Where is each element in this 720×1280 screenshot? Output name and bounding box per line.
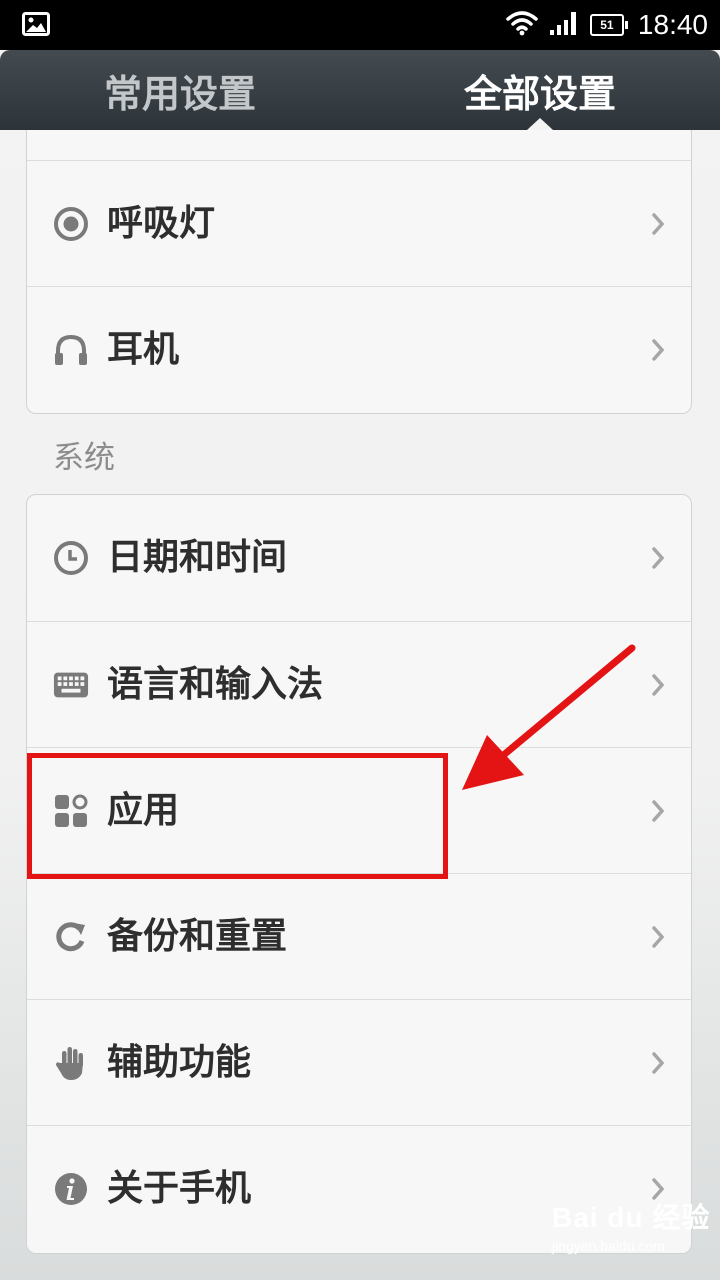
signal-icon [548, 10, 580, 40]
settings-row-label: 备份和重置 [107, 916, 288, 957]
baidu-jingyan-watermark: Bai du 经验 jingyan.baidu.com [552, 1196, 710, 1254]
settings-row-headphones[interactable]: 耳机 [27, 286, 691, 412]
battery-level: 51 [589, 14, 624, 36]
headphones-icon [53, 332, 89, 368]
settings-row-label: 辅助功能 [107, 1042, 252, 1083]
breathing-light-icon [53, 206, 89, 242]
settings-row-breathing-light[interactable]: 呼吸灯 [27, 160, 691, 286]
settings-row-language-input[interactable]: 语言和输入法 [27, 621, 691, 747]
wifi-icon [506, 10, 538, 40]
chevron-right-icon [651, 674, 665, 700]
settings-row-date-time[interactable]: 日期和时间 [27, 495, 691, 621]
settings-tab-bar: 常用设置 全部设置 [0, 50, 720, 130]
watermark-brand: Bai du 经验 [552, 1202, 711, 1233]
settings-row-label: 关于手机 [107, 1168, 252, 1209]
tab-common-settings[interactable]: 常用设置 [30, 50, 330, 130]
keyboard-icon [53, 667, 89, 703]
chevron-right-icon [651, 800, 665, 826]
info-icon [53, 1171, 89, 1207]
annotation-highlight-box [27, 753, 448, 879]
settings-group-display: 呼吸灯 耳机 [26, 130, 692, 414]
chevron-right-icon [651, 213, 665, 239]
chevron-right-icon [651, 926, 665, 952]
hand-icon [53, 1045, 89, 1081]
settings-row-backup-reset[interactable]: 备份和重置 [27, 873, 691, 999]
settings-row-label: 呼吸灯 [107, 203, 216, 244]
chevron-right-icon [651, 1052, 665, 1078]
clock-icon [53, 540, 89, 576]
settings-row-label: 耳机 [107, 329, 180, 370]
chevron-right-icon [651, 339, 665, 365]
active-tab-indicator [527, 118, 553, 130]
settings-row-accessibility[interactable]: 辅助功能 [27, 999, 691, 1125]
clock-time: 18:40 [637, 9, 708, 40]
chevron-right-icon [651, 547, 665, 573]
section-header-system: 系统 [53, 440, 115, 476]
watermark-url: jingyan.baidu.com [552, 1238, 665, 1254]
refresh-icon [53, 919, 89, 955]
settings-row-label: 语言和输入法 [107, 664, 324, 705]
battery-icon: 51 [589, 14, 628, 36]
settings-row-label: 日期和时间 [107, 537, 288, 578]
status-bar: 51 18:40 [0, 0, 720, 50]
gallery-notification-icon [22, 12, 50, 40]
